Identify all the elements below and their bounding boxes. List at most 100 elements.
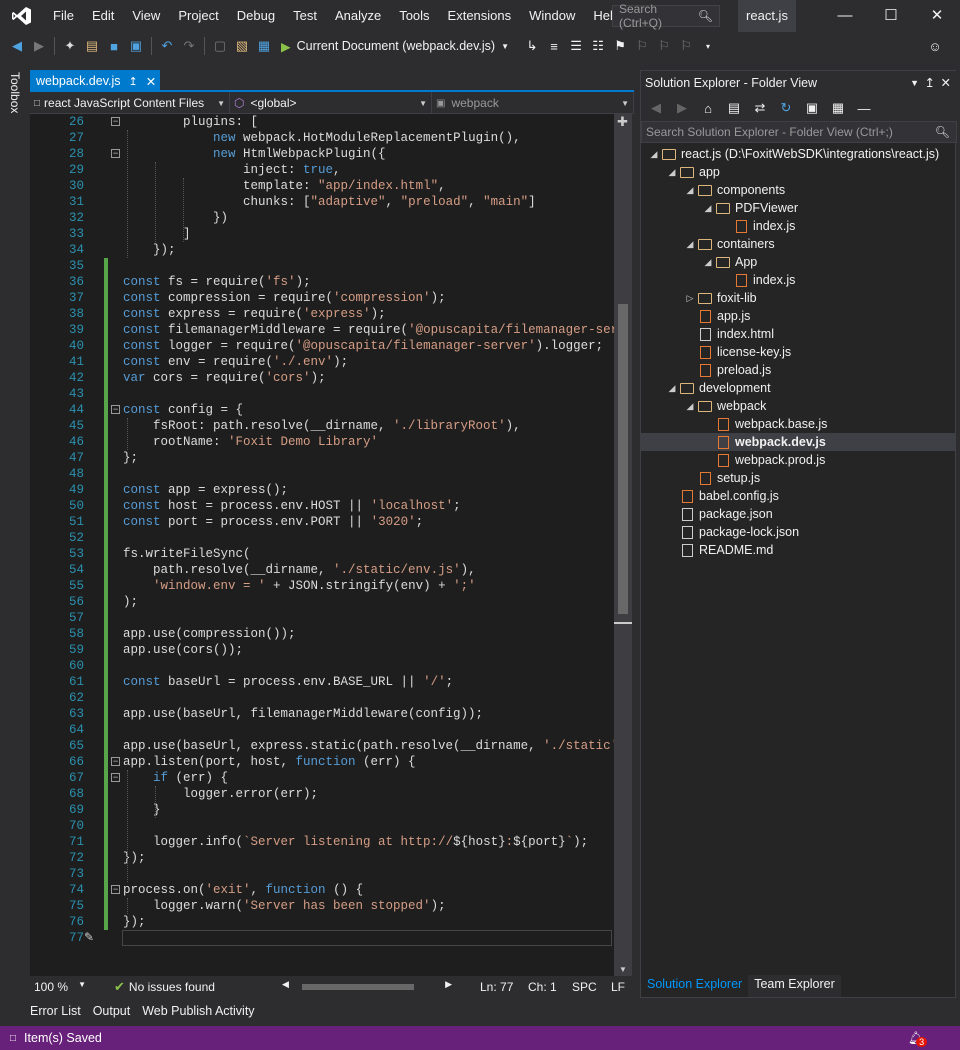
quick-actions-icon[interactable]: ✎ xyxy=(84,930,94,944)
line-ending-indicator[interactable]: LF xyxy=(611,980,625,994)
tab-team-explorer[interactable]: Team Explorer xyxy=(748,975,841,997)
live-share-icon[interactable]: ☺ xyxy=(924,35,946,57)
save-icon[interactable]: ■ xyxy=(103,35,125,57)
tab-error-list[interactable]: Error List xyxy=(30,1004,81,1018)
menu-item-extensions[interactable]: Extensions xyxy=(439,0,521,32)
tree-item[interactable]: ◢ app xyxy=(665,163,720,181)
scrollbar-thumb[interactable] xyxy=(618,304,628,614)
browser-icon[interactable]: ▦ xyxy=(253,35,275,57)
next-bookmark-icon[interactable]: ⚐ xyxy=(653,35,675,57)
tab-solution-explorer[interactable]: Solution Explorer xyxy=(641,975,749,997)
tree-item[interactable]: README.md xyxy=(665,541,773,559)
home-icon[interactable]: ⌂ xyxy=(697,97,719,119)
scroll-down-icon[interactable]: ▼ xyxy=(619,965,627,974)
tree-item[interactable]: webpack.base.js xyxy=(701,415,827,433)
fold-toggle-icon[interactable]: − xyxy=(111,405,120,414)
tab-output[interactable]: Output xyxy=(93,1004,131,1018)
tree-item[interactable]: index.js xyxy=(719,217,795,235)
tab-webpack-dev-js[interactable]: webpack.dev.js ↥ ✕ xyxy=(30,70,160,92)
menu-item-edit[interactable]: Edit xyxy=(83,0,123,32)
pin-icon[interactable]: ↥ xyxy=(925,71,935,95)
scroll-left-icon[interactable]: ◀ xyxy=(282,979,289,990)
menu-item-tools[interactable]: Tools xyxy=(390,0,438,32)
open-folder-icon[interactable]: ▧ xyxy=(231,35,253,57)
toolbar-options-icon[interactable]: ▾ xyxy=(697,35,719,57)
tree-item[interactable]: app.js xyxy=(683,307,750,325)
tree-item[interactable]: ▷ foxit-lib xyxy=(683,289,757,307)
open-file-icon[interactable]: ▤ xyxy=(81,35,103,57)
tree-item[interactable]: ◢ App xyxy=(701,253,758,271)
tree-item[interactable]: ◢ react.js (D:\FoxitWebSDK\integrations\r… xyxy=(647,145,940,163)
fold-toggle-icon[interactable]: − xyxy=(111,117,120,126)
collapsed-arrow-icon[interactable]: ▷ xyxy=(683,289,697,307)
back-icon[interactable]: ◀ xyxy=(645,97,667,119)
horizontal-scrollbar-thumb[interactable] xyxy=(302,984,414,990)
search-input[interactable]: Search (Ctrl+Q) 🔍︎ xyxy=(612,2,720,30)
close-window-icon[interactable]: ✕ xyxy=(914,0,960,32)
issues-indicator[interactable]: ✔ No issues found xyxy=(114,979,215,995)
tree-item[interactable]: preload.js xyxy=(683,361,771,379)
columns-icon[interactable]: ≡ xyxy=(543,35,565,57)
menu-item-analyze[interactable]: Analyze xyxy=(326,0,390,32)
undo-icon[interactable]: ↶ xyxy=(156,35,178,57)
save-all-icon[interactable]: ▣ xyxy=(125,35,147,57)
expanded-arrow-icon[interactable]: ◢ xyxy=(647,145,661,163)
redo-icon[interactable]: ↷ xyxy=(178,35,200,57)
expanded-arrow-icon[interactable]: ◢ xyxy=(683,397,697,415)
scope-dropdown[interactable]: ⬡ <global> ▼ xyxy=(230,92,432,114)
fold-toggle-icon[interactable]: − xyxy=(111,149,120,158)
navigate-back-icon[interactable]: ◀ xyxy=(6,35,28,57)
bookmark-icon[interactable]: ⚑ xyxy=(609,35,631,57)
menu-item-project[interactable]: Project xyxy=(169,0,227,32)
fold-toggle-icon[interactable]: − xyxy=(111,885,120,894)
properties-icon[interactable]: — xyxy=(853,97,875,119)
switch-views-icon[interactable]: ▤ xyxy=(723,97,745,119)
expanded-arrow-icon[interactable]: ◢ xyxy=(701,199,715,217)
expanded-arrow-icon[interactable]: ◢ xyxy=(683,235,697,253)
menu-item-test[interactable]: Test xyxy=(284,0,326,32)
tree-item[interactable]: ◢ webpack xyxy=(683,397,767,415)
expanded-arrow-icon[interactable]: ◢ xyxy=(665,163,679,181)
scroll-right-icon[interactable]: ▶ xyxy=(445,979,452,990)
zoom-dropdown[interactable]: 100 % ▼ xyxy=(30,980,90,994)
menu-item-window[interactable]: Window xyxy=(520,0,584,32)
minimize-icon[interactable]: — xyxy=(822,0,868,32)
tree-item[interactable]: package-lock.json xyxy=(665,523,799,541)
close-panel-icon[interactable]: ✕ xyxy=(941,71,951,95)
panel-options-icon[interactable]: ▼ xyxy=(910,71,919,95)
pin-icon[interactable]: ↥ xyxy=(129,75,138,88)
refresh-icon[interactable]: ↻ xyxy=(775,97,797,119)
member-dropdown[interactable]: ▣ webpack ▼ xyxy=(432,92,634,114)
prev-bookmark-icon[interactable]: ⚐ xyxy=(631,35,653,57)
tree-item[interactable]: webpack.dev.js xyxy=(701,433,826,451)
editor-vertical-scrollbar[interactable]: ✚ ▼ xyxy=(614,114,632,976)
maximize-icon[interactable]: ☐ xyxy=(868,0,914,32)
tree-item[interactable]: license-key.js xyxy=(683,343,791,361)
solution-explorer-search[interactable]: Search Solution Explorer - Folder View (… xyxy=(641,121,957,143)
visual-studio-logo-icon[interactable] xyxy=(0,0,44,32)
fold-toggle-icon[interactable]: − xyxy=(111,757,120,766)
tree-item[interactable]: index.html xyxy=(683,325,774,343)
comment-icon[interactable]: ☰ xyxy=(565,35,587,57)
notifications-bell-icon[interactable]: 🔔︎ 3 xyxy=(908,1031,928,1047)
tree-item[interactable]: ◢ development xyxy=(665,379,771,397)
find-in-files-icon[interactable]: ▢ xyxy=(209,35,231,57)
toolbox-tab[interactable]: Toolbox xyxy=(8,72,22,113)
show-all-files-icon[interactable]: ▦ xyxy=(827,97,849,119)
collapse-all-icon[interactable]: ▣ xyxy=(801,97,823,119)
fold-toggle-icon[interactable]: − xyxy=(111,773,120,782)
expanded-arrow-icon[interactable]: ◢ xyxy=(683,181,697,199)
whitespace-indicator[interactable]: SPC xyxy=(572,980,597,994)
navigate-forward-icon[interactable]: ▶ xyxy=(28,35,50,57)
step-icon[interactable]: ↳ xyxy=(521,35,543,57)
tree-item[interactable]: webpack.prod.js xyxy=(701,451,825,469)
run-current-document-button[interactable]: ▶ Current Document (webpack.dev.js) ▼ xyxy=(275,39,515,54)
tree-item[interactable]: ◢ components xyxy=(683,181,786,199)
expanded-arrow-icon[interactable]: ◢ xyxy=(665,379,679,397)
tree-item[interactable]: setup.js xyxy=(683,469,760,487)
sync-icon[interactable]: ⇄ xyxy=(749,97,771,119)
expanded-arrow-icon[interactable]: ◢ xyxy=(701,253,715,271)
project-dropdown[interactable]: □ react JavaScript Content Files ▼ xyxy=(30,92,230,114)
uncomment-icon[interactable]: ☷ xyxy=(587,35,609,57)
code-editor[interactable]: 26 plugins: [27 new webpack.HotModuleRep… xyxy=(30,114,618,976)
